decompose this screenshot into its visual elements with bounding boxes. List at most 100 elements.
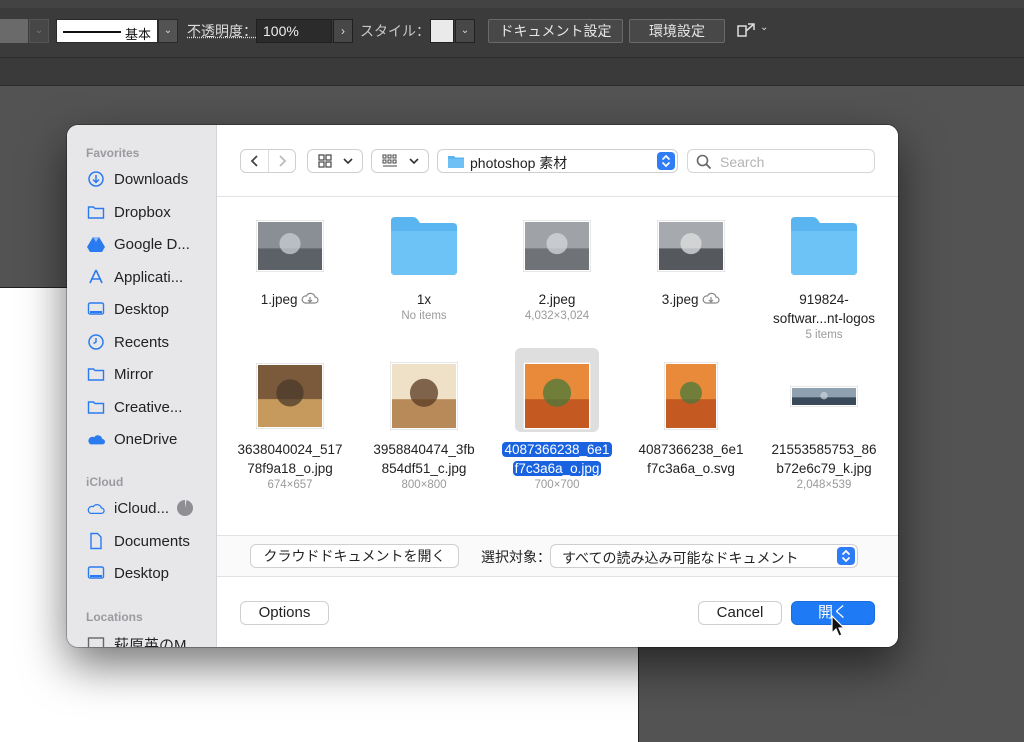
group-by-button[interactable]	[371, 149, 429, 173]
locations-header: Locations	[86, 610, 143, 624]
back-button[interactable]	[241, 150, 268, 172]
sidebar-item-applications[interactable]: Applicati...	[87, 265, 213, 289]
sidebar-item-icloud-desktop[interactable]: Desktop	[87, 561, 213, 585]
file-item[interactable]: 1.jpeg	[226, 206, 354, 346]
mouse-cursor-icon	[831, 615, 846, 637]
thumbnail-wrap	[627, 206, 755, 286]
control-bar: ⌄ 基本 ⌄ 不透明度： 100% › スタイル： ⌄ ドキュメント設定 環境設…	[0, 0, 1024, 58]
file-name-line2: f7c3a6a_o.jpg	[512, 461, 602, 476]
grid-view-icon	[317, 154, 332, 168]
sidebar-item-label: Documents	[114, 532, 190, 550]
file-item[interactable]: 3638040024_517 78f9a18_o.jpg 674×657	[226, 356, 354, 496]
file-item[interactable]: 21553585753_86 b72e6c79_k.jpg 2,048×539	[760, 356, 888, 496]
file-name: 21553585753_86 b72e6c79_k.jpg	[760, 440, 888, 478]
sidebar-item-mirror[interactable]: Mirror	[87, 362, 213, 386]
folder-icon	[391, 217, 457, 275]
file-name-line1: 3638040024_517	[237, 442, 343, 457]
file-type-popup[interactable]: すべての読み込み可能なドキュメント	[550, 544, 858, 568]
forward-button[interactable]	[268, 150, 295, 172]
sidebar-item-label: Desktop	[114, 300, 170, 318]
opacity-label[interactable]: 不透明度：	[187, 21, 257, 41]
file-name-line1: 21553585753_86	[771, 442, 877, 457]
file-subtitle: 4,032×3,024	[524, 310, 590, 322]
chevron-down-icon	[342, 158, 353, 165]
desktop-icon	[87, 564, 105, 582]
file-name-line1: 919824-	[799, 292, 849, 307]
sidebar-item-label: Applicati...	[114, 268, 184, 286]
file-subtitle: 800×800	[401, 479, 447, 491]
style-swatch[interactable]	[430, 19, 454, 43]
fill-swatch[interactable]	[0, 19, 28, 43]
thumbnail-wrap	[760, 206, 888, 286]
open-cloud-documents-button[interactable]: クラウドドキュメントを開く	[250, 544, 459, 568]
folder-icon	[87, 365, 105, 383]
opacity-input[interactable]: 100%	[256, 19, 332, 43]
chevron-down-icon	[408, 158, 419, 165]
sidebar-item-icloud-drive[interactable]: iCloud...	[87, 496, 213, 520]
sidebar-item-label: Google D...	[114, 235, 190, 253]
filter-bar: クラウドドキュメントを開く 選択対象： すべての読み込み可能なドキュメント	[217, 535, 898, 577]
search-icon	[696, 154, 712, 170]
sidebar-item-downloads[interactable]: Downloads	[87, 167, 213, 191]
cloud-download-icon[interactable]	[699, 292, 721, 307]
file-name-line2: 854df51_c.jpg	[381, 461, 467, 476]
open-file-dialog: Favorites Downloads Dropbox Google D... …	[67, 125, 898, 647]
file-name: 1.jpeg	[226, 290, 354, 309]
stepper-icon	[837, 547, 855, 565]
stroke-profile[interactable]: 基本	[56, 19, 158, 43]
options-button[interactable]: Options	[240, 601, 329, 625]
dialog-sidebar: Favorites Downloads Dropbox Google D... …	[67, 125, 217, 647]
thumbnail-wrap	[226, 356, 354, 436]
file-item[interactable]: 3958840474_3fb 854df51_c.jpg 800×800	[360, 356, 488, 496]
cancel-button[interactable]: Cancel	[698, 601, 782, 625]
search-field[interactable]: Search	[687, 149, 875, 173]
sidebar-item-label: Mirror	[114, 365, 154, 383]
stepper-icon	[657, 152, 675, 170]
thumbnail-wrap	[360, 356, 488, 436]
fill-dropdown[interactable]: ⌄	[29, 19, 49, 43]
thumbnail-wrap	[226, 206, 354, 286]
sidebar-item-dropbox[interactable]: Dropbox	[87, 200, 213, 224]
icloud-header: iCloud	[86, 475, 124, 489]
folder-item[interactable]: 919824- softwar...nt-logos 5 items	[760, 206, 888, 346]
folder-path-popup[interactable]: photoshop 素材	[437, 149, 678, 173]
search-placeholder: Search	[720, 154, 765, 170]
file-name: 2.jpeg	[493, 290, 621, 309]
file-item[interactable]: 3.jpeg	[627, 206, 755, 346]
sidebar-item-label: OneDrive	[114, 430, 178, 448]
style-dropdown[interactable]: ⌄	[455, 19, 475, 43]
file-name: 4087366238_6e1 f7c3a6a_o.jpg	[493, 440, 621, 478]
sidebar-item-computer[interactable]: 萩原英のM...	[87, 632, 213, 647]
image-thumbnail	[664, 362, 718, 430]
file-name-line1: 1.jpeg	[260, 292, 298, 307]
file-grid: 1.jpeg 1x No items 2.jpeg 4,032×3,024 3.jpeg…	[217, 198, 898, 533]
file-browser: photoshop 素材 Search 1.jpeg 1x No items 2.j…	[217, 125, 898, 647]
sidebar-item-desktop[interactable]: Desktop	[87, 297, 213, 321]
file-name-line2: softwar...nt-logos	[772, 311, 876, 326]
preferences-button[interactable]: 環境設定	[629, 19, 725, 43]
sidebar-item-documents[interactable]: Documents	[87, 529, 213, 553]
stroke-profile-dropdown[interactable]: ⌄	[158, 19, 178, 43]
sidebar-item-recents[interactable]: Recents	[87, 330, 213, 354]
file-name: 3958840474_3fb 854df51_c.jpg	[360, 440, 488, 478]
align-dropdown-icon[interactable]: ⌄	[760, 22, 768, 33]
opacity-chevron-icon[interactable]: ›	[333, 19, 353, 43]
sidebar-item-creative[interactable]: Creative...	[87, 395, 213, 419]
folder-item[interactable]: 1x No items	[360, 206, 488, 346]
file-item[interactable]: 4087366238_6e1 f7c3a6a_o.svg	[627, 356, 755, 496]
view-mode-button[interactable]	[307, 149, 363, 173]
file-type-label: 選択対象：	[481, 549, 551, 565]
file-item[interactable]: 2.jpeg 4,032×3,024	[493, 206, 621, 346]
sidebar-item-label: Dropbox	[114, 203, 171, 221]
sidebar-item-google-drive[interactable]: Google D...	[87, 232, 213, 256]
file-subtitle: No items	[401, 310, 447, 322]
file-name: 1x	[360, 290, 488, 309]
google-drive-icon	[87, 235, 105, 253]
sidebar-item-onedrive[interactable]: OneDrive	[87, 427, 213, 451]
cloud-download-icon[interactable]	[298, 292, 320, 307]
file-name: 3638040024_517 78f9a18_o.jpg	[226, 440, 354, 478]
align-icon[interactable]	[736, 21, 756, 41]
document-settings-button[interactable]: ドキュメント設定	[488, 19, 623, 43]
file-item[interactable]: 4087366238_6e1 f7c3a6a_o.jpg 700×700	[493, 348, 621, 496]
folder-icon	[87, 203, 105, 221]
